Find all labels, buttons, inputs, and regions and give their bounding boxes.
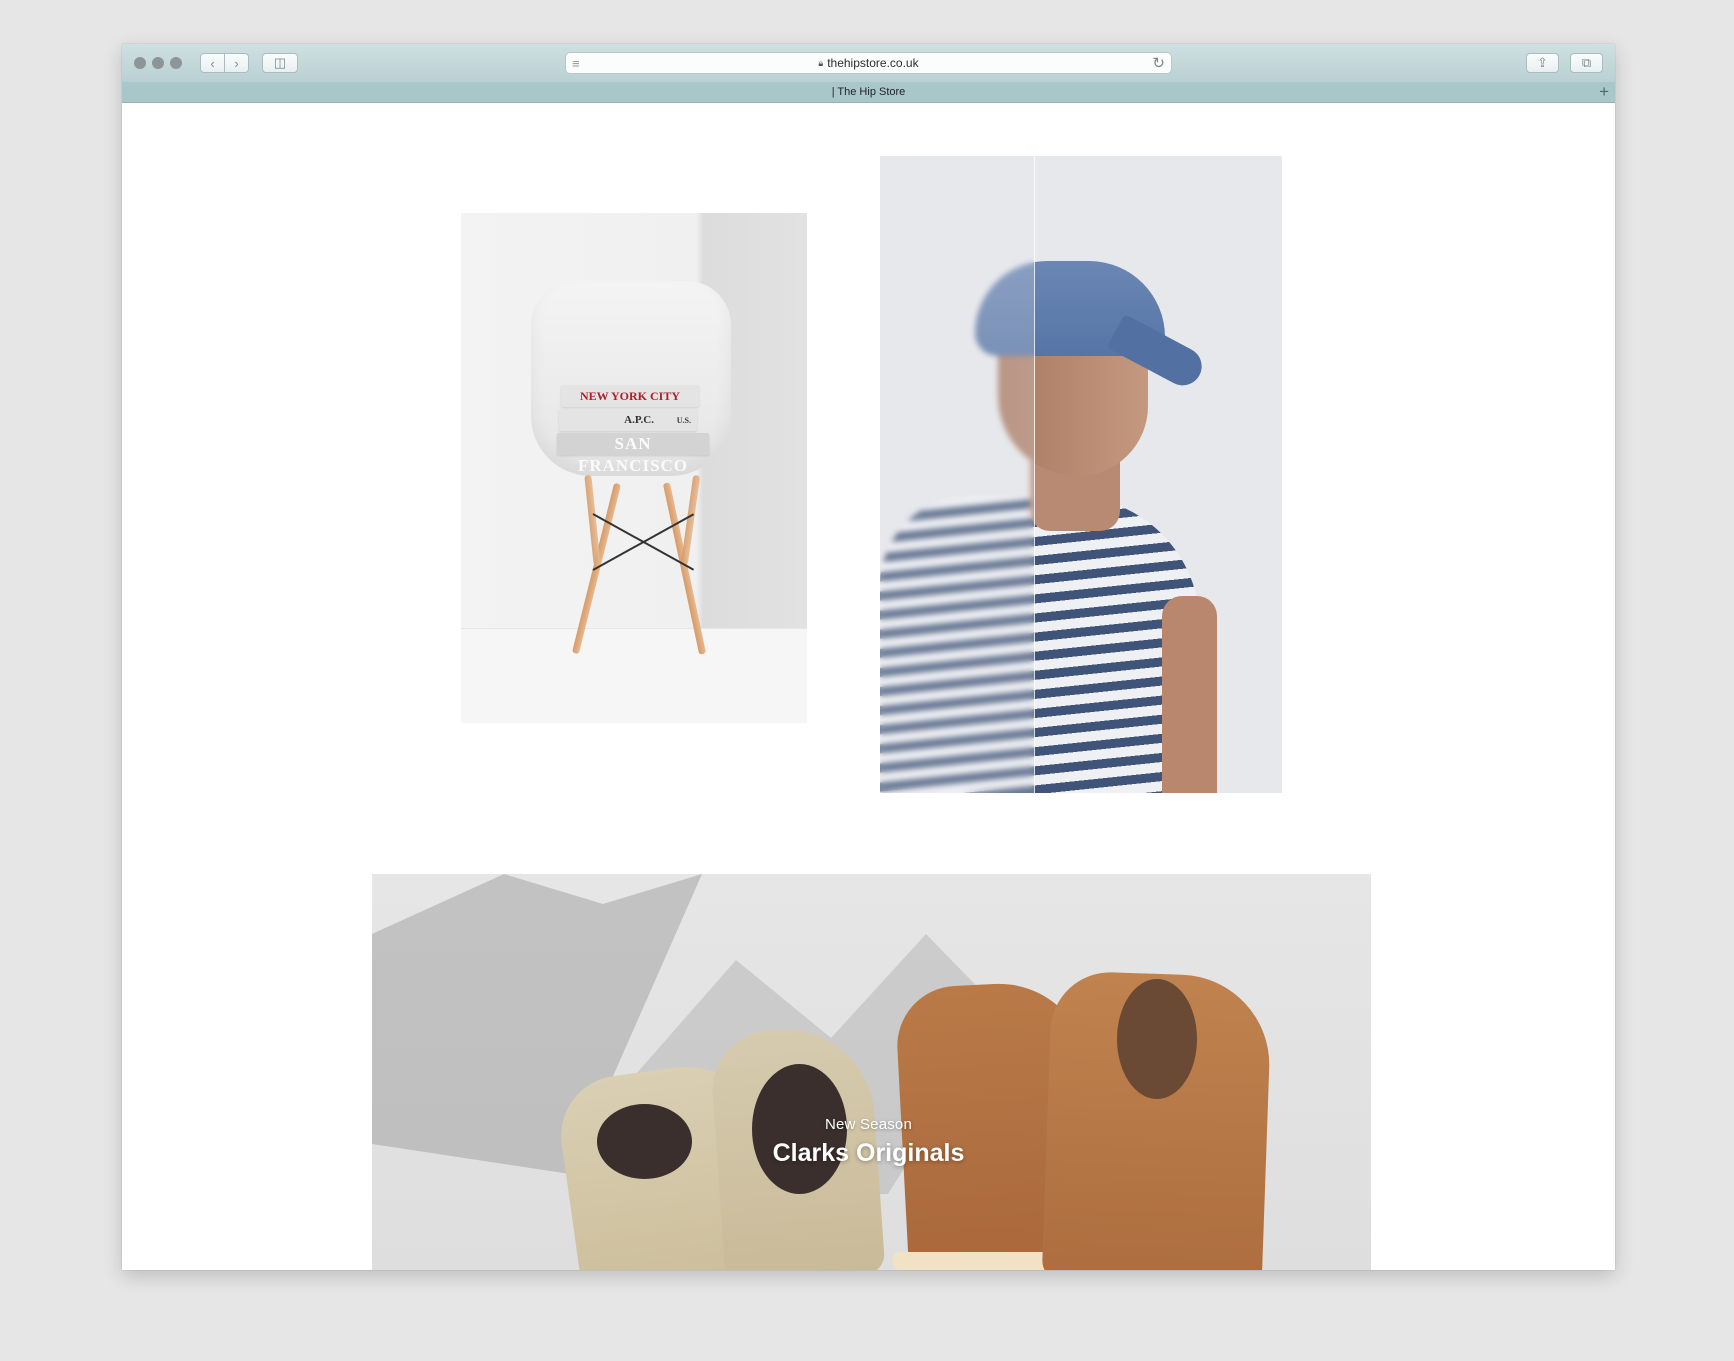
sidebar-icon: ◫ <box>273 55 287 70</box>
back-button[interactable]: ‹ <box>200 53 225 73</box>
address-bar[interactable]: ≡ 🔒︎ thehipstore.co.uk ↻ <box>565 52 1172 74</box>
browser-toolbar: ‹ › ◫ ≡ 🔒︎ thehipstore.co.uk ↻ ⇪ ⧉ <box>122 44 1615 83</box>
browser-window: ‹ › ◫ ≡ 🔒︎ thehipstore.co.uk ↻ ⇪ ⧉ | The… <box>122 44 1615 1270</box>
tab-bar: | The Hip Store + <box>122 82 1615 103</box>
share-button[interactable]: ⇪ <box>1526 53 1559 73</box>
tee-new-york: NEW YORK CITY <box>561 385 699 407</box>
address-url: thehipstore.co.uk <box>827 56 919 70</box>
tee-apc-label: A.P.C. <box>624 414 655 426</box>
sidebar-button[interactable]: ◫ <box>262 53 298 73</box>
close-window-button[interactable] <box>134 57 146 69</box>
chevron-right-icon: › <box>234 55 239 71</box>
share-icon: ⇪ <box>1537 55 1548 70</box>
model-arm <box>1162 596 1217 793</box>
lock-icon: 🔒︎ <box>818 57 824 68</box>
tee-san-francisco: SAN FRANCISCO <box>557 433 709 475</box>
chair-leg <box>584 474 601 566</box>
minimize-window-button[interactable] <box>152 57 164 69</box>
tabs-icon: ⧉ <box>1581 55 1592 70</box>
reader-icon[interactable]: ≡ <box>572 56 580 71</box>
tee-apc: A.P.C. U.S. <box>559 409 697 431</box>
shoes-banner[interactable] <box>372 874 1371 1270</box>
banner-title[interactable]: Clarks Originals <box>122 1139 1615 1168</box>
banner-subtitle: New Season <box>824 1116 913 1133</box>
chair-product-image[interactable]: NEW YORK CITY A.P.C. U.S. SAN FRANCISCO <box>461 213 807 723</box>
page-content: NEW YORK CITY A.P.C. U.S. SAN FRANCISCO <box>122 103 1615 1270</box>
shoe-insole <box>1117 979 1197 1099</box>
reload-icon[interactable]: ↻ <box>1152 54 1165 72</box>
plus-icon[interactable]: + <box>1599 82 1609 102</box>
chevron-left-icon: ‹ <box>210 55 215 71</box>
forward-button[interactable]: › <box>224 53 249 73</box>
blur-overlay <box>880 156 1034 793</box>
tab-active[interactable]: | The Hip Store <box>832 86 906 98</box>
tabs-overview-button[interactable]: ⧉ <box>1570 53 1603 73</box>
image-floor <box>461 628 807 723</box>
model-cap-image[interactable] <box>880 156 1282 793</box>
zoom-window-button[interactable] <box>170 57 182 69</box>
split-line <box>1034 156 1035 793</box>
tee-us-label: U.S. <box>676 416 691 425</box>
